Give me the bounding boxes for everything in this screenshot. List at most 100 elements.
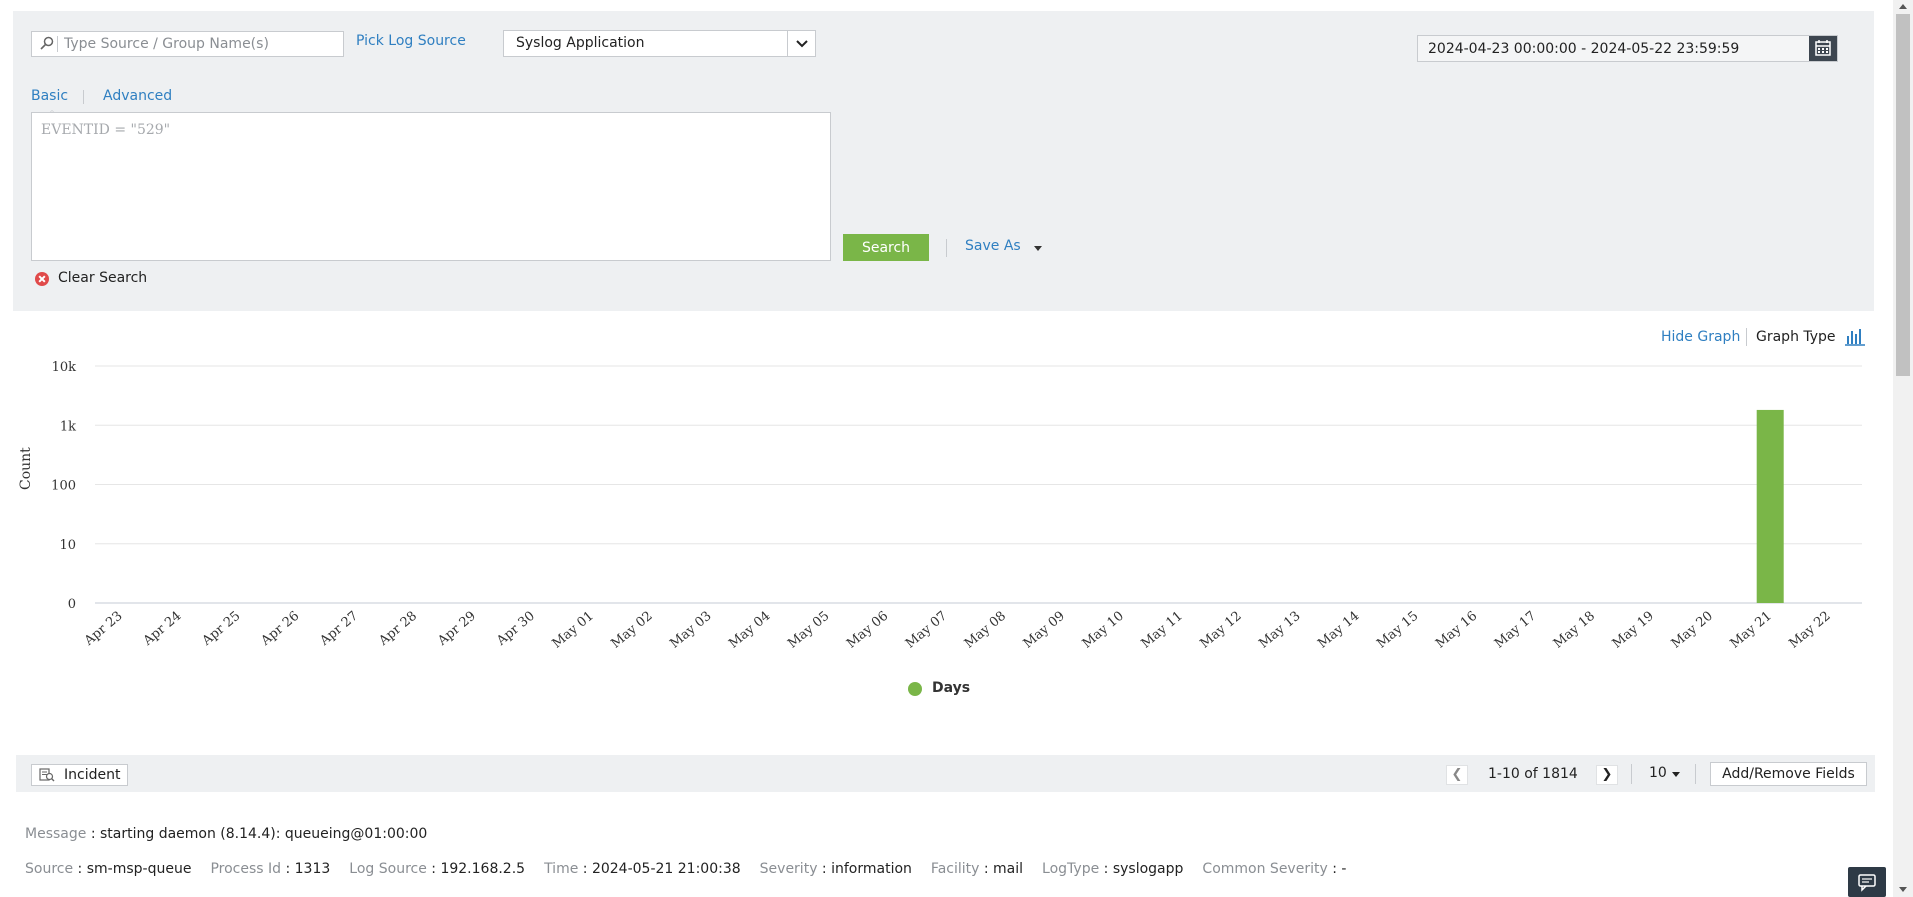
x-tick-label: May 09 xyxy=(1021,609,1068,652)
field-key: Severity xyxy=(759,861,818,877)
log-field: Time : 2024-05-21 21:00:38 xyxy=(544,861,741,877)
y-tick-label: 1k xyxy=(60,419,76,434)
field-value[interactable]: syslogapp xyxy=(1113,861,1184,877)
page-scrollbar[interactable] xyxy=(1893,0,1913,897)
clear-search-button[interactable]: Clear Search xyxy=(58,270,147,286)
scroll-up-icon[interactable] xyxy=(1899,4,1907,9)
x-tick-label: May 05 xyxy=(785,609,832,652)
separator: : xyxy=(1099,861,1113,877)
field-key: Time xyxy=(544,861,579,877)
hide-graph-link[interactable]: Hide Graph xyxy=(1661,329,1740,345)
x-tick-label: May 10 xyxy=(1080,609,1127,652)
calendar-icon[interactable] xyxy=(1809,36,1837,61)
scroll-down-icon[interactable] xyxy=(1899,887,1907,892)
field-key: Common Severity xyxy=(1202,861,1328,877)
x-tick-label: Apr 29 xyxy=(434,609,479,650)
results-toolbar: Incident ❮ 1-10 of 1814 ❯ 10 Add/Remove … xyxy=(16,755,1875,792)
graph-type-label[interactable]: Graph Type xyxy=(1756,329,1836,345)
field-key: Source xyxy=(25,861,74,877)
log-field: Log Source : 192.168.2.5 xyxy=(349,861,525,877)
log-message-row: Message : starting daemon (8.14.4): queu… xyxy=(25,826,427,842)
log-fields-row: Source : sm-msp-queue Process Id : 1313 Lo… xyxy=(25,861,1365,877)
search-panel: Pick Log Source Syslog Application 2024-… xyxy=(13,11,1874,311)
field-value[interactable]: sm-msp-queue xyxy=(87,861,192,877)
incident-label: Incident xyxy=(64,767,121,783)
per-page-select[interactable]: 10 xyxy=(1649,765,1667,781)
log-field: Process Id : 1313 xyxy=(210,861,330,877)
x-tick-label: May 08 xyxy=(962,609,1009,652)
prev-page-button[interactable]: ❮ xyxy=(1446,765,1468,785)
field-value[interactable]: 192.168.2.5 xyxy=(440,861,525,877)
log-type-select[interactable]: Syslog Application xyxy=(503,30,816,57)
x-tick-label: May 06 xyxy=(844,609,891,652)
message-value[interactable]: starting daemon (8.14.4): queueing@01:00… xyxy=(100,826,427,842)
field-value[interactable]: 1313 xyxy=(295,861,331,877)
legend-label: Days xyxy=(932,680,971,696)
add-remove-fields-button[interactable]: Add/Remove Fields xyxy=(1710,762,1867,786)
y-tick-label: 100 xyxy=(51,479,76,494)
field-key: Log Source xyxy=(349,861,427,877)
x-tick-label: Apr 25 xyxy=(199,609,244,650)
separator: : xyxy=(817,861,832,877)
query-input[interactable] xyxy=(31,112,831,261)
x-tick-label: May 17 xyxy=(1492,609,1539,652)
field-value[interactable]: mail xyxy=(993,861,1023,877)
separator: : xyxy=(979,861,994,877)
divider xyxy=(1631,764,1632,784)
log-field: Common Severity : - xyxy=(1202,861,1346,877)
bar-chart-icon[interactable] xyxy=(1845,328,1865,346)
separator: : xyxy=(90,826,100,842)
separator: : xyxy=(426,861,441,877)
x-tick-label: Apr 24 xyxy=(140,609,185,650)
x-tick-label: May 22 xyxy=(1786,609,1833,652)
field-value[interactable]: 2024-05-21 21:00:38 xyxy=(592,861,741,877)
log-type-selected-value: Syslog Application xyxy=(516,35,645,51)
field-key: Process Id xyxy=(210,861,282,877)
date-range-picker[interactable]: 2024-04-23 00:00:00 - 2024-05-22 23:59:5… xyxy=(1417,35,1838,62)
source-search-box[interactable] xyxy=(31,31,344,57)
log-field: Severity : information xyxy=(760,861,912,877)
message-key: Message xyxy=(25,826,87,842)
chart-bar xyxy=(1756,409,1784,603)
incident-button[interactable]: Incident xyxy=(31,764,128,786)
search-button[interactable]: Search xyxy=(843,234,929,261)
field-value[interactable]: - xyxy=(1341,861,1346,877)
x-tick-label: Apr 26 xyxy=(258,609,303,650)
clear-icon[interactable] xyxy=(35,272,49,286)
x-tick-label: May 02 xyxy=(608,609,655,652)
x-tick-label: May 20 xyxy=(1669,609,1716,652)
caret-down-icon[interactable] xyxy=(1672,772,1680,777)
x-tick-label: May 07 xyxy=(903,609,950,652)
y-axis-title: Count xyxy=(18,447,34,490)
chevron-down-icon[interactable] xyxy=(787,31,815,56)
field-value[interactable]: information xyxy=(831,861,912,877)
x-tick-label: May 16 xyxy=(1433,609,1480,652)
tab-basic[interactable]: Basic xyxy=(31,88,68,104)
divider xyxy=(1746,328,1747,346)
chat-icon[interactable] xyxy=(1848,867,1886,897)
event-count-chart: 0 10 100 1k 10k Apr 23 Apr 24 Apr 25 Apr 26 Apr 2… xyxy=(0,350,1913,700)
source-search-input[interactable] xyxy=(64,35,334,53)
date-range-value: 2024-04-23 00:00:00 - 2024-05-22 23:59:5… xyxy=(1428,41,1740,57)
save-as-button[interactable]: Save As xyxy=(965,238,1021,254)
x-tick-label: May 04 xyxy=(726,609,773,652)
pick-log-source-link[interactable]: Pick Log Source xyxy=(356,33,466,49)
x-tick-label: Apr 23 xyxy=(81,609,126,650)
divider xyxy=(946,239,947,257)
separator: : xyxy=(1327,861,1342,877)
x-tick-label: May 01 xyxy=(550,609,597,652)
caret-down-icon[interactable] xyxy=(1034,246,1042,251)
x-tick-label: Apr 30 xyxy=(493,609,538,650)
x-tick-label: May 15 xyxy=(1374,609,1421,652)
chart-canvas: 0 10 100 1k 10k Apr 23 Apr 24 Apr 25 Apr 26 Apr 2… xyxy=(51,360,1862,652)
tab-advanced[interactable]: Advanced xyxy=(103,88,172,104)
next-page-button[interactable]: ❯ xyxy=(1596,765,1618,785)
log-field: Source : sm-msp-queue xyxy=(25,861,191,877)
field-key: LogType xyxy=(1042,861,1100,877)
separator: : xyxy=(281,861,295,877)
x-tick-label: May 12 xyxy=(1197,609,1244,652)
tab-divider xyxy=(83,90,84,104)
incident-icon xyxy=(39,768,55,782)
scrollbar-thumb[interactable] xyxy=(1896,14,1910,376)
pagination-text: 1-10 of 1814 xyxy=(1488,766,1578,782)
